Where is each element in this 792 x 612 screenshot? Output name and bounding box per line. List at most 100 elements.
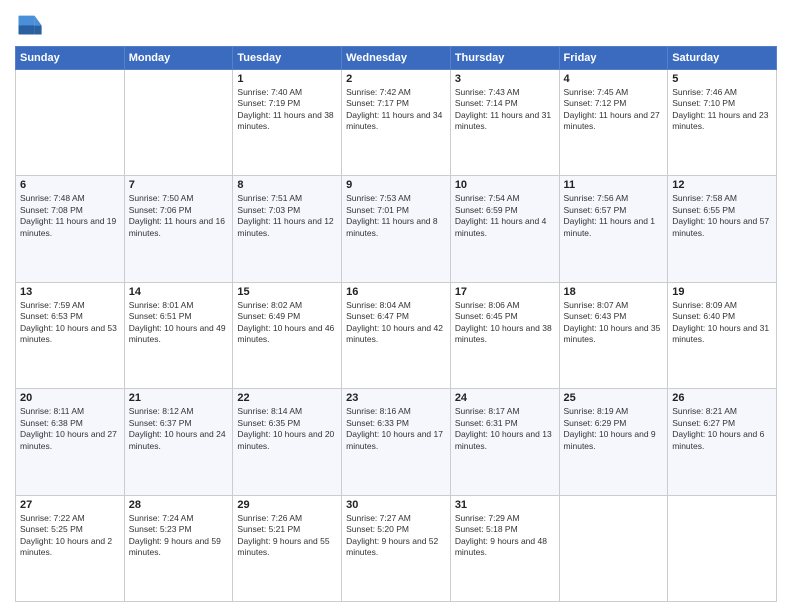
- day-number: 27: [20, 499, 120, 511]
- weekday-header-wednesday: Wednesday: [342, 47, 451, 70]
- day-info: Sunrise: 7:56 AM Sunset: 6:57 PM Dayligh…: [564, 193, 664, 239]
- day-number: 24: [455, 392, 555, 404]
- day-info: Sunrise: 7:59 AM Sunset: 6:53 PM Dayligh…: [20, 300, 120, 346]
- day-number: 25: [564, 392, 664, 404]
- day-cell: [668, 495, 777, 601]
- day-info: Sunrise: 7:45 AM Sunset: 7:12 PM Dayligh…: [564, 87, 664, 133]
- day-cell: 8 Sunrise: 7:51 AM Sunset: 7:03 PM Daylig…: [233, 176, 342, 282]
- day-info: Sunrise: 7:48 AM Sunset: 7:08 PM Dayligh…: [20, 193, 120, 239]
- day-info: Sunrise: 7:40 AM Sunset: 7:19 PM Dayligh…: [237, 87, 337, 133]
- day-info: Sunrise: 7:43 AM Sunset: 7:14 PM Dayligh…: [455, 87, 555, 133]
- day-info: Sunrise: 8:09 AM Sunset: 6:40 PM Dayligh…: [672, 300, 772, 346]
- day-info: Sunrise: 8:14 AM Sunset: 6:35 PM Dayligh…: [237, 406, 337, 452]
- day-info: Sunrise: 7:50 AM Sunset: 7:06 PM Dayligh…: [129, 193, 229, 239]
- day-cell: 31 Sunrise: 7:29 AM Sunset: 5:18 PM Dayli…: [450, 495, 559, 601]
- day-info: Sunrise: 8:02 AM Sunset: 6:49 PM Dayligh…: [237, 300, 337, 346]
- day-number: 10: [455, 179, 555, 191]
- page: SundayMondayTuesdayWednesdayThursdayFrid…: [0, 0, 792, 612]
- day-number: 12: [672, 179, 772, 191]
- day-cell: 12 Sunrise: 7:58 AM Sunset: 6:55 PM Dayli…: [668, 176, 777, 282]
- day-cell: 17 Sunrise: 8:06 AM Sunset: 6:45 PM Dayli…: [450, 282, 559, 388]
- day-cell: [16, 70, 125, 176]
- day-number: 29: [237, 499, 337, 511]
- day-info: Sunrise: 7:46 AM Sunset: 7:10 PM Dayligh…: [672, 87, 772, 133]
- weekday-header-tuesday: Tuesday: [233, 47, 342, 70]
- day-cell: 28 Sunrise: 7:24 AM Sunset: 5:23 PM Dayli…: [124, 495, 233, 601]
- day-info: Sunrise: 8:04 AM Sunset: 6:47 PM Dayligh…: [346, 300, 446, 346]
- day-number: 3: [455, 73, 555, 85]
- day-cell: 5 Sunrise: 7:46 AM Sunset: 7:10 PM Daylig…: [668, 70, 777, 176]
- day-cell: [559, 495, 668, 601]
- day-cell: 20 Sunrise: 8:11 AM Sunset: 6:38 PM Dayli…: [16, 389, 125, 495]
- day-info: Sunrise: 7:24 AM Sunset: 5:23 PM Dayligh…: [129, 513, 229, 559]
- day-cell: 11 Sunrise: 7:56 AM Sunset: 6:57 PM Dayli…: [559, 176, 668, 282]
- day-cell: 29 Sunrise: 7:26 AM Sunset: 5:21 PM Dayli…: [233, 495, 342, 601]
- day-info: Sunrise: 8:01 AM Sunset: 6:51 PM Dayligh…: [129, 300, 229, 346]
- day-info: Sunrise: 7:51 AM Sunset: 7:03 PM Dayligh…: [237, 193, 337, 239]
- day-cell: 3 Sunrise: 7:43 AM Sunset: 7:14 PM Daylig…: [450, 70, 559, 176]
- day-cell: 16 Sunrise: 8:04 AM Sunset: 6:47 PM Dayli…: [342, 282, 451, 388]
- day-cell: 6 Sunrise: 7:48 AM Sunset: 7:08 PM Daylig…: [16, 176, 125, 282]
- header: [15, 10, 777, 38]
- day-info: Sunrise: 8:19 AM Sunset: 6:29 PM Dayligh…: [564, 406, 664, 452]
- day-info: Sunrise: 8:21 AM Sunset: 6:27 PM Dayligh…: [672, 406, 772, 452]
- day-number: 14: [129, 286, 229, 298]
- day-number: 31: [455, 499, 555, 511]
- day-cell: 7 Sunrise: 7:50 AM Sunset: 7:06 PM Daylig…: [124, 176, 233, 282]
- day-cell: [124, 70, 233, 176]
- weekday-header-friday: Friday: [559, 47, 668, 70]
- calendar-table: SundayMondayTuesdayWednesdayThursdayFrid…: [15, 46, 777, 602]
- day-number: 7: [129, 179, 229, 191]
- day-number: 6: [20, 179, 120, 191]
- day-number: 23: [346, 392, 446, 404]
- day-info: Sunrise: 8:12 AM Sunset: 6:37 PM Dayligh…: [129, 406, 229, 452]
- day-number: 4: [564, 73, 664, 85]
- day-cell: 18Sunrise: 8:07 AM Sunset: 6:43 PM Dayli…: [559, 282, 668, 388]
- day-number: 20: [20, 392, 120, 404]
- day-cell: 9Sunrise: 7:53 AM Sunset: 7:01 PM Daylig…: [342, 176, 451, 282]
- day-number: 28: [129, 499, 229, 511]
- day-cell: 4 Sunrise: 7:45 AM Sunset: 7:12 PM Daylig…: [559, 70, 668, 176]
- week-row-2: 6 Sunrise: 7:48 AM Sunset: 7:08 PM Daylig…: [16, 176, 777, 282]
- weekday-header-saturday: Saturday: [668, 47, 777, 70]
- logo-icon: [15, 10, 43, 38]
- day-info: Sunrise: 8:06 AM Sunset: 6:45 PM Dayligh…: [455, 300, 555, 346]
- day-number: 19: [672, 286, 772, 298]
- day-number: 13: [20, 286, 120, 298]
- week-row-3: 13 Sunrise: 7:59 AM Sunset: 6:53 PM Dayli…: [16, 282, 777, 388]
- day-cell: 2Sunrise: 7:42 AM Sunset: 7:17 PM Daylig…: [342, 70, 451, 176]
- day-number: 26: [672, 392, 772, 404]
- day-number: 17: [455, 286, 555, 298]
- logo: [15, 10, 47, 38]
- day-info: Sunrise: 7:58 AM Sunset: 6:55 PM Dayligh…: [672, 193, 772, 239]
- day-cell: 14 Sunrise: 8:01 AM Sunset: 6:51 PM Dayli…: [124, 282, 233, 388]
- day-number: 30: [346, 499, 446, 511]
- day-number: 15: [237, 286, 337, 298]
- day-number: 16: [346, 286, 446, 298]
- weekday-header-monday: Monday: [124, 47, 233, 70]
- day-cell: 25 Sunrise: 8:19 AM Sunset: 6:29 PM Dayli…: [559, 389, 668, 495]
- day-number: 1: [237, 73, 337, 85]
- day-cell: 19 Sunrise: 8:09 AM Sunset: 6:40 PM Dayli…: [668, 282, 777, 388]
- day-cell: 15 Sunrise: 8:02 AM Sunset: 6:49 PM Dayli…: [233, 282, 342, 388]
- day-cell: 27 Sunrise: 7:22 AM Sunset: 5:25 PM Dayli…: [16, 495, 125, 601]
- weekday-header-row: SundayMondayTuesdayWednesdayThursdayFrid…: [16, 47, 777, 70]
- day-info: Sunrise: 8:16 AM Sunset: 6:33 PM Dayligh…: [346, 406, 446, 452]
- day-cell: 21 Sunrise: 8:12 AM Sunset: 6:37 PM Dayli…: [124, 389, 233, 495]
- day-info: Sunrise: 8:07 AM Sunset: 6:43 PM Dayligh…: [564, 300, 664, 346]
- weekday-header-sunday: Sunday: [16, 47, 125, 70]
- day-number: 5: [672, 73, 772, 85]
- day-cell: 1 Sunrise: 7:40 AM Sunset: 7:19 PM Daylig…: [233, 70, 342, 176]
- day-info: Sunrise: 7:42 AM Sunset: 7:17 PM Dayligh…: [346, 87, 446, 133]
- day-info: Sunrise: 7:22 AM Sunset: 5:25 PM Dayligh…: [20, 513, 120, 559]
- day-info: Sunrise: 7:29 AM Sunset: 5:18 PM Dayligh…: [455, 513, 555, 559]
- day-info: Sunrise: 7:27 AM Sunset: 5:20 PM Dayligh…: [346, 513, 446, 559]
- day-info: Sunrise: 8:11 AM Sunset: 6:38 PM Dayligh…: [20, 406, 120, 452]
- day-number: 21: [129, 392, 229, 404]
- day-cell: 13 Sunrise: 7:59 AM Sunset: 6:53 PM Dayli…: [16, 282, 125, 388]
- day-number: 11: [564, 179, 664, 191]
- day-info: Sunrise: 7:53 AM Sunset: 7:01 PM Dayligh…: [346, 193, 446, 239]
- day-number: 8: [237, 179, 337, 191]
- day-info: Sunrise: 7:26 AM Sunset: 5:21 PM Dayligh…: [237, 513, 337, 559]
- day-cell: 10Sunrise: 7:54 AM Sunset: 6:59 PM Dayli…: [450, 176, 559, 282]
